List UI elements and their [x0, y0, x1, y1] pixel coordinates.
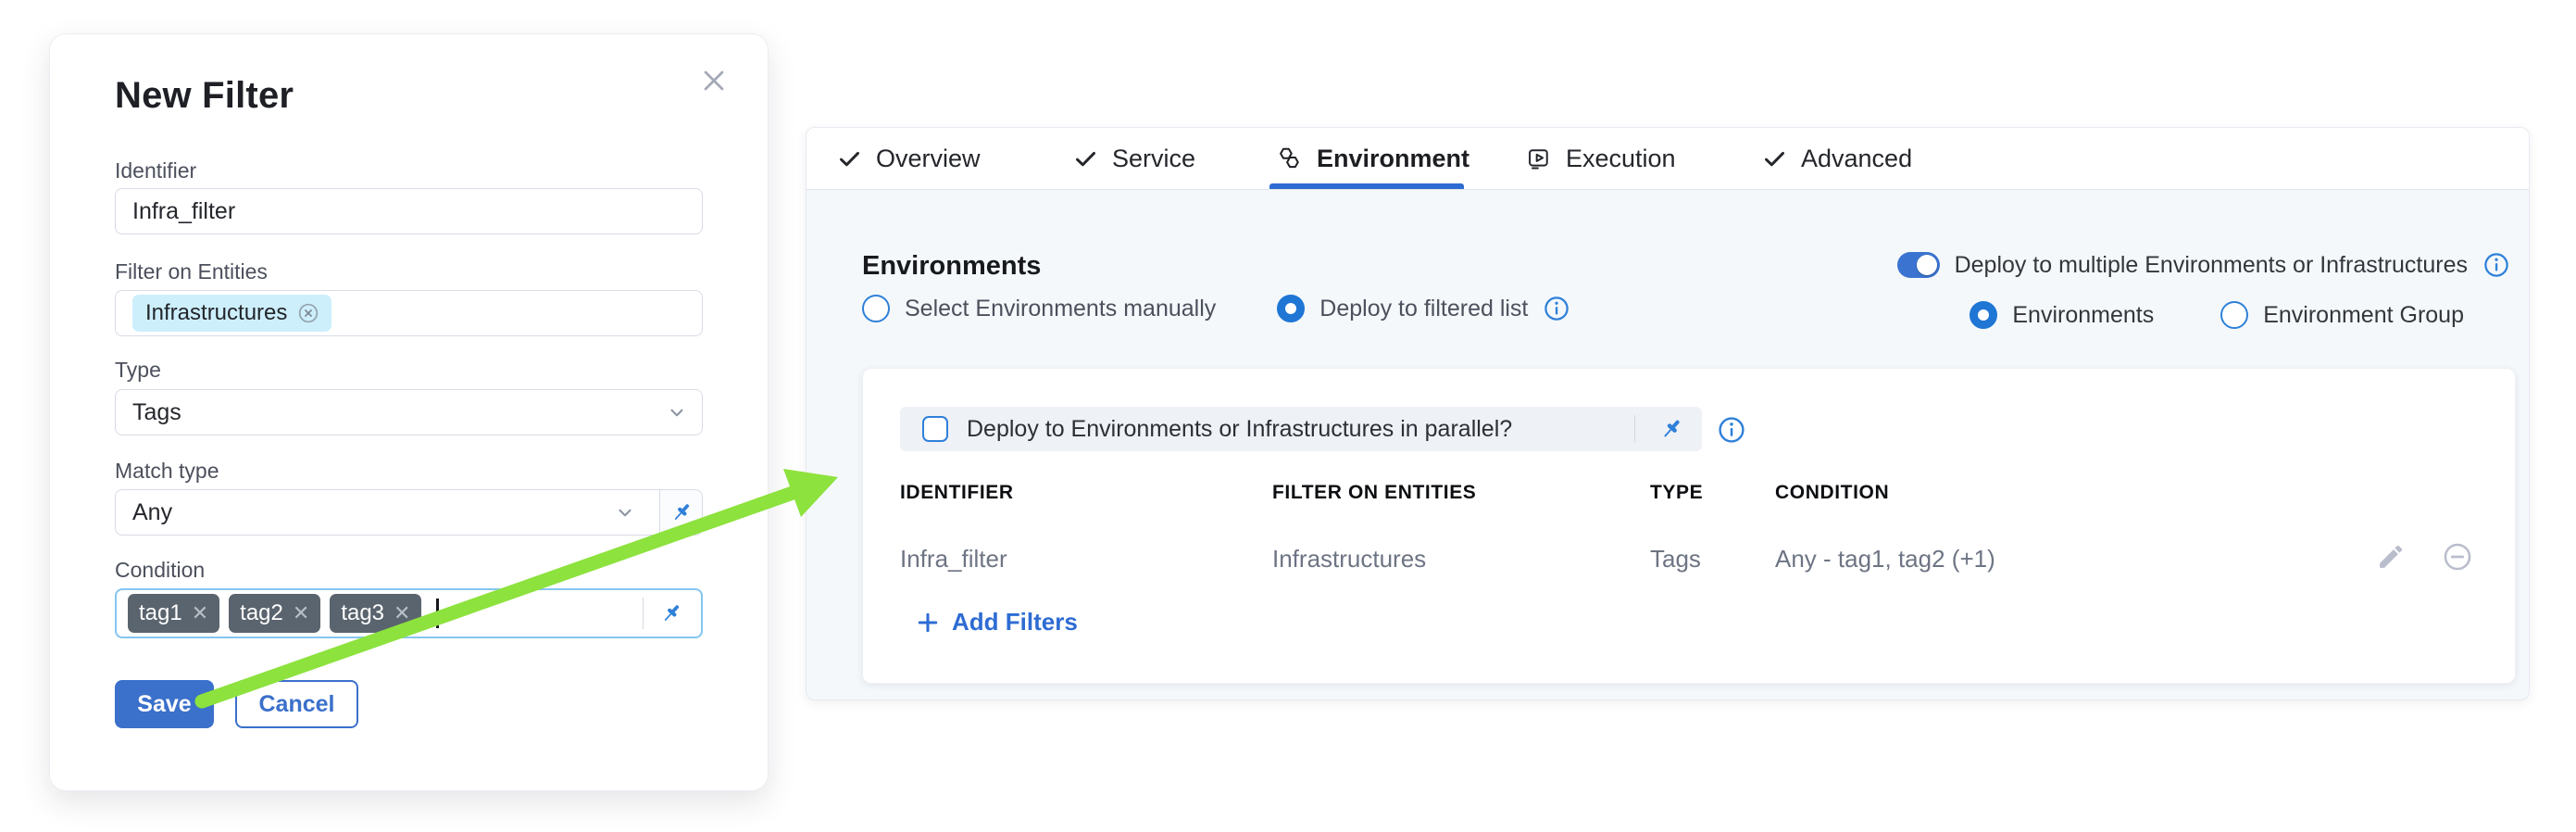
divider — [1634, 415, 1635, 443]
tab-service[interactable]: Service — [1073, 128, 1195, 189]
parallel-checkbox[interactable] — [922, 416, 948, 442]
tab-advanced[interactable]: Advanced — [1762, 128, 1912, 189]
match-type-label: Match type — [115, 459, 219, 484]
minus-circle-icon — [2442, 541, 2473, 573]
radio-label: Environment Group — [2263, 302, 2464, 329]
identifier-label: Identifier — [115, 158, 196, 183]
screen: New Filter Identifier Filter on Entities… — [0, 0, 2576, 832]
condition-tag: tag1 ✕ — [128, 594, 219, 633]
active-tab-indicator — [1269, 183, 1464, 189]
divider — [643, 598, 644, 629]
col-filter-on-entities: FILTER ON ENTITIES — [1272, 482, 1476, 504]
cancel-button[interactable]: Cancel — [235, 680, 358, 728]
tag-remove-icon[interactable]: ✕ — [293, 603, 309, 624]
pipeline-stage-panel: Overview Service Environment — [806, 127, 2530, 700]
entity-chip: Infrastructures — [132, 295, 331, 332]
match-type-select-value: Any — [132, 499, 604, 526]
environment-tab-content: Environments Select Environments manuall… — [807, 190, 2529, 700]
cell-entities: Infrastructures — [1272, 545, 1426, 574]
tab-label: Execution — [1566, 145, 1676, 173]
cell-type: Tags — [1650, 545, 1701, 574]
environment-mode-options: Select Environments manually Deploy to f… — [862, 295, 1570, 322]
condition-tag-label: tag3 — [341, 600, 384, 626]
modal-title: New Filter — [115, 75, 294, 117]
radio-select-manually[interactable] — [862, 295, 890, 322]
radio-label: Select Environments manually — [905, 296, 1216, 322]
tag-remove-icon[interactable]: ✕ — [394, 603, 410, 624]
col-type: TYPE — [1650, 482, 1703, 504]
col-identifier: IDENTIFIER — [900, 482, 1014, 504]
pencil-icon — [2375, 541, 2407, 573]
condition-tag-label: tag2 — [240, 600, 283, 626]
add-filters-label: Add Filters — [952, 608, 1078, 637]
chevron-down-icon — [613, 500, 637, 524]
pin-toggle-button[interactable] — [653, 600, 690, 626]
info-icon[interactable] — [2482, 251, 2510, 279]
tab-overview[interactable]: Overview — [837, 128, 981, 189]
edit-filter-button[interactable] — [2375, 541, 2407, 573]
radio-label: Deploy to filtered list — [1319, 296, 1528, 322]
cell-identifier: Infra_filter — [900, 545, 1007, 574]
pin-icon — [658, 600, 684, 626]
multi-env-toggle-row: Deploy to multiple Environments or Infra… — [1897, 251, 2510, 279]
close-button[interactable] — [694, 60, 734, 101]
check-icon — [1073, 146, 1098, 171]
new-filter-modal: New Filter Identifier Filter on Entities… — [49, 33, 769, 791]
environment-hexagons-icon — [1277, 145, 1303, 171]
condition-label: Condition — [115, 558, 205, 583]
condition-tag-label: tag1 — [139, 600, 182, 626]
chevron-down-icon — [665, 400, 689, 424]
execution-play-icon — [1526, 145, 1552, 171]
filter-on-entities-label: Filter on Entities — [115, 259, 268, 284]
type-select-value: Tags — [132, 399, 656, 426]
check-icon — [1762, 146, 1787, 171]
type-label: Type — [115, 358, 161, 383]
add-filters-button[interactable]: Add Filters — [915, 608, 1078, 637]
radio-label: Environments — [2012, 302, 2154, 329]
condition-tags-input[interactable]: tag1 ✕ tag2 ✕ tag3 ✕ — [115, 588, 703, 638]
filter-on-entities-input[interactable]: Infrastructures — [115, 290, 703, 336]
entity-chip-label: Infrastructures — [145, 300, 287, 326]
plus-icon — [915, 610, 941, 636]
tag-remove-icon[interactable]: ✕ — [192, 603, 208, 624]
pin-toggle-button[interactable] — [659, 490, 702, 535]
pin-icon — [1657, 415, 1685, 443]
tab-environment[interactable]: Environment — [1277, 128, 1469, 189]
parallel-checkbox-label: Deploy to Environments or Infrastructure… — [967, 416, 1512, 443]
close-icon — [697, 64, 731, 97]
toggle-label: Deploy to multiple Environments or Infra… — [1955, 252, 2468, 279]
info-icon[interactable] — [1717, 415, 1746, 445]
filters-card: Deploy to Environments or Infrastructure… — [862, 368, 2516, 684]
tab-execution[interactable]: Execution — [1526, 128, 1676, 189]
col-condition: CONDITION — [1775, 482, 1889, 504]
condition-tag: tag3 ✕ — [330, 594, 421, 633]
check-icon — [837, 146, 862, 171]
condition-tag: tag2 ✕ — [229, 594, 320, 633]
environments-heading: Environments — [862, 251, 1041, 282]
match-type-select[interactable]: Any — [115, 489, 703, 536]
tab-label: Advanced — [1801, 145, 1912, 173]
save-button[interactable]: Save — [115, 680, 214, 728]
pin-toggle-button[interactable] — [1654, 415, 1689, 443]
radio-deploy-filtered-list[interactable] — [1277, 295, 1305, 322]
environment-target-options: Environments Environment Group — [1970, 301, 2464, 329]
info-icon[interactable] — [1543, 295, 1570, 322]
chip-remove-icon[interactable] — [296, 301, 320, 325]
type-select[interactable]: Tags — [115, 389, 703, 435]
tab-label: Environment — [1317, 145, 1469, 173]
tab-label: Service — [1112, 145, 1195, 173]
pin-icon — [669, 499, 694, 525]
deploy-multiple-toggle[interactable] — [1897, 252, 1940, 278]
identifier-input[interactable] — [115, 188, 703, 234]
radio-environments[interactable] — [1970, 301, 1997, 329]
cell-condition: Any - tag1, tag2 (+1) — [1775, 545, 1995, 574]
stage-tabbar: Overview Service Environment — [807, 128, 2529, 190]
text-cursor — [436, 599, 439, 628]
remove-filter-button[interactable] — [2442, 541, 2473, 573]
tab-label: Overview — [876, 145, 981, 173]
parallel-deploy-bar: Deploy to Environments or Infrastructure… — [900, 407, 1702, 451]
radio-environment-group[interactable] — [2220, 301, 2248, 329]
